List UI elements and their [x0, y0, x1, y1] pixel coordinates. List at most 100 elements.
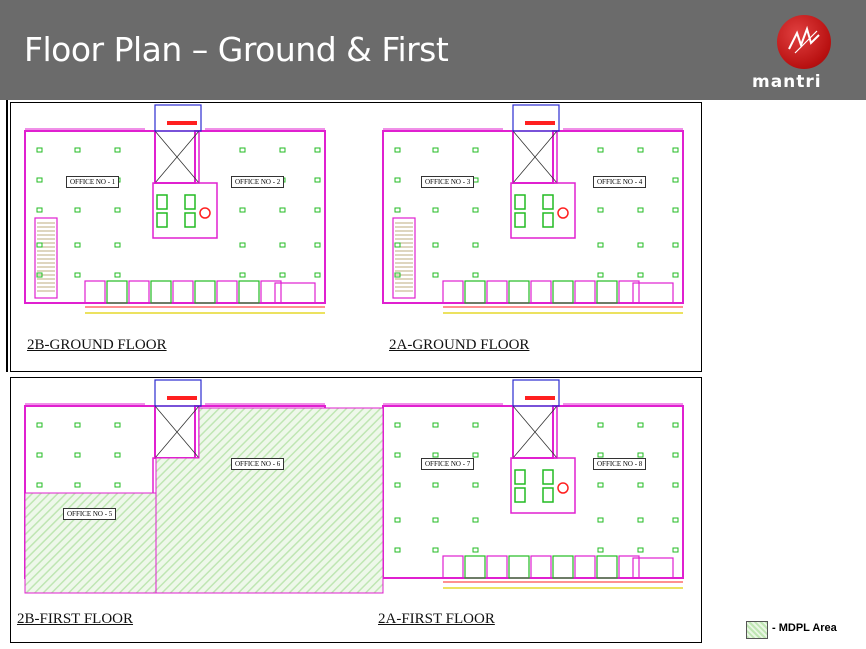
column — [672, 177, 679, 183]
office-label-1: OFFICE NO - 1 — [66, 176, 120, 188]
toilet-fixture-round — [557, 482, 569, 494]
column — [672, 422, 679, 428]
column — [114, 147, 121, 153]
office-label-3: OFFICE NO - 3 — [421, 176, 475, 188]
column — [394, 207, 401, 213]
column — [672, 547, 679, 553]
column — [637, 452, 644, 458]
column — [432, 517, 439, 523]
service-room — [442, 280, 464, 304]
column — [432, 452, 439, 458]
column — [672, 482, 679, 488]
column — [472, 517, 479, 523]
logo-text: mantri — [752, 72, 822, 92]
service-room — [618, 555, 640, 579]
column — [239, 242, 246, 248]
column — [114, 422, 121, 428]
column — [36, 482, 43, 488]
column — [74, 422, 81, 428]
column — [672, 242, 679, 248]
column — [239, 207, 246, 213]
column — [394, 482, 401, 488]
stair-block — [154, 379, 202, 407]
column — [74, 207, 81, 213]
toilet-fixture — [542, 194, 554, 210]
column — [114, 272, 121, 278]
office-label-8: OFFICE NO - 8 — [593, 458, 647, 470]
office-label-6: OFFICE NO - 6 — [231, 458, 285, 470]
header-bar: Floor Plan – Ground & First mantri — [0, 0, 866, 100]
column — [394, 177, 401, 183]
service-room — [618, 280, 640, 304]
toilet-fixture — [542, 487, 554, 503]
column — [74, 452, 81, 458]
service-room — [150, 280, 172, 304]
column — [314, 272, 321, 278]
column — [36, 422, 43, 428]
toilet-fixture — [156, 194, 168, 210]
column — [672, 517, 679, 523]
column — [74, 242, 81, 248]
floor-label-2b-first: 2B-FIRST FLOOR — [17, 611, 134, 627]
column — [672, 207, 679, 213]
stair-accent — [167, 396, 197, 400]
column — [637, 207, 644, 213]
service-room — [574, 555, 596, 579]
toilet-fixture-round — [199, 207, 211, 219]
column — [114, 242, 121, 248]
column — [472, 482, 479, 488]
office-label-5: OFFICE NO - 5 — [63, 508, 117, 520]
column — [597, 272, 604, 278]
column — [114, 482, 121, 488]
service-room — [486, 555, 508, 579]
column — [314, 207, 321, 213]
column — [472, 547, 479, 553]
lift-cross — [154, 405, 200, 459]
column — [36, 452, 43, 458]
column — [114, 452, 121, 458]
mdpl-area-legend-label: - MDPL Area — [772, 622, 837, 634]
column — [394, 147, 401, 153]
lift-cross — [512, 130, 558, 184]
service-room — [464, 555, 486, 579]
office-label-2: OFFICE NO - 2 — [231, 176, 285, 188]
lift-cross — [154, 130, 200, 184]
column — [472, 147, 479, 153]
column — [36, 177, 43, 183]
page-title: Floor Plan – Ground & First — [24, 30, 449, 69]
column — [637, 517, 644, 523]
column — [672, 272, 679, 278]
service-room — [106, 280, 128, 304]
column — [637, 482, 644, 488]
toilet-core — [510, 457, 576, 514]
column — [472, 452, 479, 458]
mantri-logo-icon — [777, 15, 831, 69]
column — [637, 272, 644, 278]
column — [394, 452, 401, 458]
column — [472, 242, 479, 248]
stair-block — [512, 104, 560, 132]
column — [74, 147, 81, 153]
service-room — [530, 555, 552, 579]
service-room — [464, 280, 486, 304]
column — [637, 422, 644, 428]
service-room — [84, 280, 106, 304]
column — [314, 177, 321, 183]
service-room — [238, 280, 260, 304]
service-room — [172, 280, 194, 304]
service-room — [486, 280, 508, 304]
toilet-fixture — [514, 212, 526, 228]
column — [432, 547, 439, 553]
service-room — [194, 280, 216, 304]
column — [314, 147, 321, 153]
service-room — [596, 555, 618, 579]
toilet-fixture-round — [557, 207, 569, 219]
column — [279, 207, 286, 213]
toilet-fixture — [184, 212, 196, 228]
column — [597, 452, 604, 458]
column — [279, 272, 286, 278]
service-room — [574, 280, 596, 304]
first-floor-panel: OFFICE NO - 5 OFFICE NO - 6 OFFICE NO - … — [10, 377, 702, 643]
column — [472, 207, 479, 213]
column — [472, 272, 479, 278]
